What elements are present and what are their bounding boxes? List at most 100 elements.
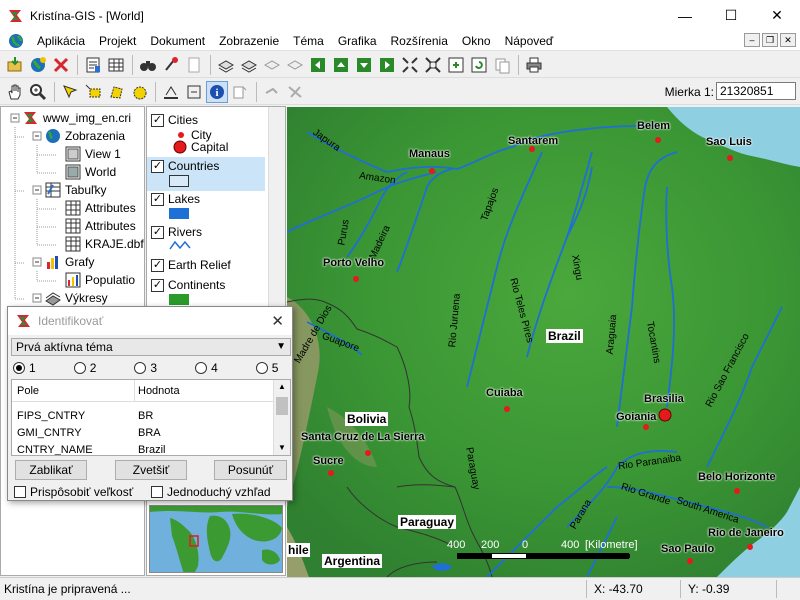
cities-checkbox[interactable]: ✓ bbox=[151, 113, 164, 127]
legend-continents[interactable]: ✓ Continents bbox=[151, 278, 225, 292]
print-button[interactable] bbox=[523, 54, 545, 76]
city-label-brasilia: Brasilia bbox=[644, 393, 684, 405]
layer-tool-4[interactable] bbox=[284, 54, 306, 76]
rivers-checkbox[interactable]: ✓ bbox=[151, 225, 164, 239]
full-extent-button[interactable] bbox=[422, 54, 444, 76]
close-button[interactable]: ✕ bbox=[754, 0, 800, 31]
mdi-minimize-button[interactable]: – bbox=[744, 33, 760, 47]
remove-theme-button[interactable] bbox=[50, 54, 72, 76]
tree-view1[interactable]: View 1 bbox=[65, 145, 121, 163]
tree-population[interactable]: Populatio bbox=[65, 271, 135, 289]
properties-button[interactable] bbox=[82, 54, 104, 76]
radio-3[interactable]: 3 bbox=[134, 360, 157, 376]
layer-tool-2[interactable] bbox=[238, 54, 260, 76]
menu-help[interactable]: Nápoveď bbox=[498, 34, 561, 48]
dialog-close-icon[interactable]: ✕ bbox=[271, 312, 284, 330]
tree-kraje[interactable]: KRAJE.dbf bbox=[65, 235, 144, 253]
menu-extensions[interactable]: Rozšírenia bbox=[384, 34, 455, 48]
hotlink-tool[interactable] bbox=[183, 81, 205, 103]
legend-scrollbar[interactable] bbox=[268, 107, 285, 307]
radio-4[interactable]: 4 bbox=[195, 360, 218, 376]
legend-countries[interactable]: ✓ Countries bbox=[151, 159, 219, 173]
grid-scrollbar[interactable]: ▲ ▼ bbox=[273, 380, 290, 455]
tree-tables[interactable]: Tabuľky bbox=[45, 181, 107, 199]
open-project-button[interactable] bbox=[4, 54, 26, 76]
mdi-close-button[interactable]: ✕ bbox=[780, 33, 796, 47]
select-poly-tool[interactable] bbox=[105, 81, 127, 103]
tree-attributes-2[interactable]: Attributes bbox=[65, 217, 136, 235]
zoom-button[interactable]: Zvetšiť bbox=[115, 460, 187, 480]
select-circle-tool[interactable] bbox=[128, 81, 150, 103]
zoom-in-button[interactable] bbox=[445, 54, 467, 76]
layer-tool-1[interactable] bbox=[215, 54, 237, 76]
overview-map[interactable] bbox=[149, 505, 283, 573]
copy-button[interactable] bbox=[491, 54, 513, 76]
route-tool[interactable] bbox=[261, 81, 283, 103]
globe-icon[interactable] bbox=[8, 33, 24, 49]
lakes-checkbox[interactable]: ✓ bbox=[151, 192, 164, 206]
radio-1[interactable]: 1 bbox=[13, 360, 36, 376]
legend-cities-label: Cities bbox=[168, 113, 199, 127]
menu-graphics[interactable]: Grafika bbox=[331, 34, 384, 48]
menu-view[interactable]: Zobrazenie bbox=[212, 34, 286, 48]
zoom-tool[interactable] bbox=[27, 81, 49, 103]
mdi-restore-button[interactable]: ❐ bbox=[762, 33, 778, 47]
relief-checkbox[interactable]: ✓ bbox=[151, 258, 164, 272]
refresh-button[interactable] bbox=[468, 54, 490, 76]
move-down-button[interactable] bbox=[353, 54, 375, 76]
radio-5[interactable]: 5 bbox=[255, 360, 278, 376]
menu-window[interactable]: Okno bbox=[455, 34, 498, 48]
scale-input[interactable]: 21320851 bbox=[716, 82, 796, 100]
measure-tool[interactable] bbox=[160, 81, 182, 103]
menu-document[interactable]: Dokument bbox=[143, 34, 212, 48]
scroll-down-icon[interactable]: ▼ bbox=[278, 443, 286, 452]
menu-theme[interactable]: Téma bbox=[286, 34, 331, 48]
legend-cities[interactable]: ✓ Cities bbox=[151, 113, 198, 127]
theme-select[interactable]: Prvá aktívna téma ▼ bbox=[11, 338, 291, 356]
zoom-extent-button[interactable] bbox=[399, 54, 421, 76]
grid-header-value[interactable]: Hodnota bbox=[138, 385, 180, 397]
legend-lakes[interactable]: ✓ Lakes bbox=[151, 192, 200, 206]
move-last-button[interactable] bbox=[376, 54, 398, 76]
simple-look-checkbox[interactable]: Jednoduchý vzhľad bbox=[151, 485, 271, 499]
maximize-button[interactable]: ☐ bbox=[708, 0, 754, 31]
scroll-up-icon[interactable]: ▲ bbox=[278, 382, 286, 391]
disabled-tool[interactable] bbox=[284, 81, 306, 103]
find-button[interactable] bbox=[137, 54, 159, 76]
grid-header-field[interactable]: Pole bbox=[17, 385, 39, 397]
add-theme-button[interactable] bbox=[27, 54, 49, 76]
select-rect-tool[interactable] bbox=[82, 81, 104, 103]
tree-layouts[interactable]: Výkresy bbox=[45, 289, 108, 307]
fit-size-checkbox[interactable]: Prispôsobiť veľkosť bbox=[14, 485, 133, 499]
move-first-button[interactable] bbox=[307, 54, 329, 76]
countries-checkbox[interactable]: ✓ bbox=[151, 159, 164, 173]
scroll-thumb[interactable] bbox=[276, 397, 288, 415]
identify-tool[interactable]: i bbox=[206, 80, 228, 103]
continents-checkbox[interactable]: ✓ bbox=[151, 278, 164, 292]
pan-tool[interactable] bbox=[4, 81, 26, 103]
map-canvas[interactable]: Japura Amazon Purus Madeira Tapajos Xing… bbox=[287, 107, 800, 577]
layer-tool-3[interactable] bbox=[261, 54, 283, 76]
radio-2[interactable]: 2 bbox=[73, 360, 96, 376]
table-button[interactable] bbox=[105, 54, 127, 76]
locate-button[interactable] bbox=[160, 54, 182, 76]
menu-project[interactable]: Projekt bbox=[92, 34, 143, 48]
label-tool[interactable] bbox=[229, 81, 251, 103]
blank-doc-button[interactable] bbox=[183, 54, 205, 76]
menu-application[interactable]: Aplikácia bbox=[30, 34, 92, 48]
legend-rivers[interactable]: ✓ Rivers bbox=[151, 225, 202, 239]
tree-views[interactable]: Zobrazenia bbox=[45, 127, 125, 145]
minimize-button[interactable]: — bbox=[662, 0, 708, 31]
scale-tick-4: 400 bbox=[561, 539, 580, 551]
table-icon bbox=[65, 218, 81, 234]
select-tool[interactable] bbox=[59, 81, 81, 103]
tree-attributes-1[interactable]: Attributes bbox=[65, 199, 136, 217]
radio-group: 1 2 3 4 5 bbox=[13, 360, 291, 376]
blink-button[interactable]: Zablikať bbox=[15, 460, 87, 480]
tree-world[interactable]: World bbox=[65, 163, 116, 181]
legend-relief[interactable]: ✓ Earth Relief bbox=[151, 258, 231, 272]
tree-charts[interactable]: Grafy bbox=[45, 253, 94, 271]
pan-button[interactable]: Posunúť bbox=[214, 460, 287, 480]
tree-root[interactable]: www_img_en.cri bbox=[23, 109, 131, 127]
move-up-button[interactable] bbox=[330, 54, 352, 76]
